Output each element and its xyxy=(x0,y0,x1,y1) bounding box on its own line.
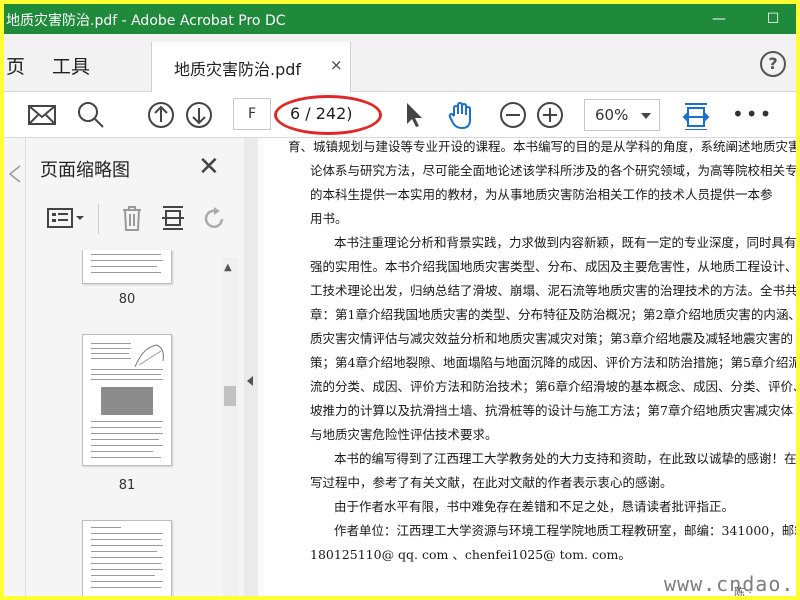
thumbnail-photo xyxy=(101,387,153,415)
more-tools-icon[interactable]: ••• xyxy=(732,102,773,126)
doc-line: 用书。 xyxy=(310,211,348,226)
page-thumbnails-panel: 页面缩略图 ✕ ▲ 80 81 xyxy=(26,138,244,596)
collapse-panel-icon[interactable] xyxy=(247,376,253,386)
doc-line: 本书注重理论分析和背景实践，力求做到内容新颖，既有一定的专业深度，同时具有 xyxy=(334,235,796,250)
doc-line: 育、城镇规划与建设等专业开设的课程。本书编写的目的是从学科的角度，系统阐述地质灾… xyxy=(288,139,796,154)
scroll-up-icon[interactable]: ▲ xyxy=(224,262,232,273)
document-tab-label: 地质灾害防治.pdf xyxy=(174,60,302,79)
title-bar: 地质灾害防治.pdf - Adobe Acrobat Pro DC — ☐ xyxy=(4,4,796,34)
doc-line: 作者单位：江西理工大学资源与环境工程学院地质工程教研室，邮编：341000，邮箱 xyxy=(334,523,796,538)
zoom-level-value: 60% xyxy=(595,106,629,124)
doc-line: 流的分类、成因、评价方法和防治技术；第6章介绍滑坡的基本概念、成因、分类、评价、 xyxy=(310,379,796,394)
thumbnail-diagram xyxy=(134,344,164,368)
help-icon[interactable]: ? xyxy=(760,51,786,77)
thumbnail-scrollbar[interactable]: ▲ xyxy=(222,258,238,596)
doc-line: 论体系与研究方法，尽可能全面地论述该学科所涉及的各个研究领域，为高等院校相关专 xyxy=(310,163,796,178)
toolbar-divider xyxy=(98,204,99,234)
doc-line: 的本科生提供一本实用的教材，为从事地质灾害防治相关工作的技术人员提供一本参 xyxy=(310,187,773,202)
hand-tool-icon[interactable] xyxy=(446,100,478,130)
zoom-in-icon[interactable] xyxy=(535,100,565,130)
previous-page-icon[interactable] xyxy=(146,100,176,130)
doc-line: 章：第1章介绍我国地质灾害的类型、分布特征及防治概况；第2章介绍地质灾害的内涵、 xyxy=(310,307,796,322)
thumbnail-label-80: 80 xyxy=(118,292,136,307)
fit-page-icon[interactable] xyxy=(682,100,710,130)
panel-arrow-icon[interactable] xyxy=(8,164,22,184)
maximize-button[interactable]: ☐ xyxy=(758,8,788,30)
zoom-out-icon[interactable] xyxy=(498,100,528,130)
panel-close-icon[interactable]: ✕ xyxy=(198,152,220,182)
doc-line: 坡推力的计算以及抗滑挡土墙、抗滑桩等的设计与施工方法；第7章介绍地质灾害减灾体 xyxy=(310,403,793,418)
menu-home[interactable]: 页 xyxy=(6,52,25,79)
thumbnail-page-80[interactable] xyxy=(82,250,172,284)
chevron-down-icon xyxy=(641,113,651,119)
doc-line: 与地质灾害危险性评估技术要求。 xyxy=(310,427,498,442)
app-window: 地质灾害防治.pdf - Adobe Acrobat Pro DC — ☐ 页 … xyxy=(4,4,796,596)
rotate-icon[interactable] xyxy=(202,206,228,232)
mail-icon[interactable] xyxy=(26,100,58,130)
thumbnail-label-81: 81 xyxy=(118,478,136,493)
document-view[interactable]: 育、城镇规划与建设等专业开设的课程。本书编写的目的是从学科的角度，系统阐述地质灾… xyxy=(258,138,796,596)
doc-line: 180125110@ qq. com 、chenfei1025@ tom. co… xyxy=(310,547,631,562)
doc-line: 本书的编写得到了江西理工大学教务处的大力支持和资助，在此致以诚挚的感谢！在 xyxy=(334,451,796,466)
menu-tab-bar: 页 工具 地质灾害防治.pdf × ? xyxy=(4,34,796,92)
main-toolbar: F 6 / 242) 60% ••• xyxy=(4,92,796,138)
thumbnail-page-82[interactable] xyxy=(82,520,172,596)
thumbnail-options-icon[interactable] xyxy=(46,206,86,230)
search-icon[interactable] xyxy=(76,100,106,130)
left-nav-strip xyxy=(4,138,26,596)
menu-tools[interactable]: 工具 xyxy=(52,52,90,79)
doc-line: 质灾害灾情评估与减灾效益分析和地质灾害减灾对策；第3章介绍地震及减轻地震灾害的 xyxy=(310,331,793,346)
select-pointer-icon[interactable] xyxy=(402,100,424,130)
thumbnail-toolbar xyxy=(26,198,244,238)
window-title: 地质灾害防治.pdf - Adobe Acrobat Pro DC xyxy=(6,13,286,29)
delete-icon[interactable] xyxy=(120,204,144,232)
extract-pages-icon[interactable] xyxy=(160,204,186,232)
zoom-level-select[interactable]: 60% xyxy=(584,99,660,131)
annotation-oval xyxy=(274,95,382,135)
panel-splitter[interactable] xyxy=(244,138,258,596)
document-tab[interactable]: 地质灾害防治.pdf × xyxy=(151,42,351,92)
next-page-icon[interactable] xyxy=(184,100,214,130)
page-number-input[interactable]: F xyxy=(233,98,271,130)
thumbnail-page-81[interactable] xyxy=(82,334,172,466)
site-watermark: www.cndao.com xyxy=(664,572,796,596)
scrollbar-handle[interactable] xyxy=(224,386,236,406)
doc-line: 强的实用性。本书介绍我国地质灾害类型、分布、成因及主要危害性，从地质工程设计、 xyxy=(310,259,796,274)
doc-line: 由于作者水平有限，书中难免存在差错和不足之处，恳请读者批评指正。 xyxy=(334,499,735,514)
doc-line: 写过程中，参考了有关文献，在此对文献的作者表示衷心的感谢。 xyxy=(310,475,673,490)
minimize-button[interactable]: — xyxy=(704,8,734,30)
tab-close-icon[interactable]: × xyxy=(330,56,343,74)
partial-tool-icon[interactable] xyxy=(4,100,12,130)
document-page: 育、城镇规划与建设等专业开设的课程。本书编写的目的是从学科的角度，系统阐述地质灾… xyxy=(264,138,796,596)
doc-line: 工技术理论出发，归纳总结了滑坡、崩塌、泥石流等地质灾害的治理技术的方法。全书共 xyxy=(310,283,796,298)
panel-title: 页面缩略图 xyxy=(40,160,130,181)
doc-line: 策；第4章介绍地裂隙、地面塌陷与地面沉降的成因、评价方法和防治措施；第5章介绍泥 xyxy=(310,355,796,370)
